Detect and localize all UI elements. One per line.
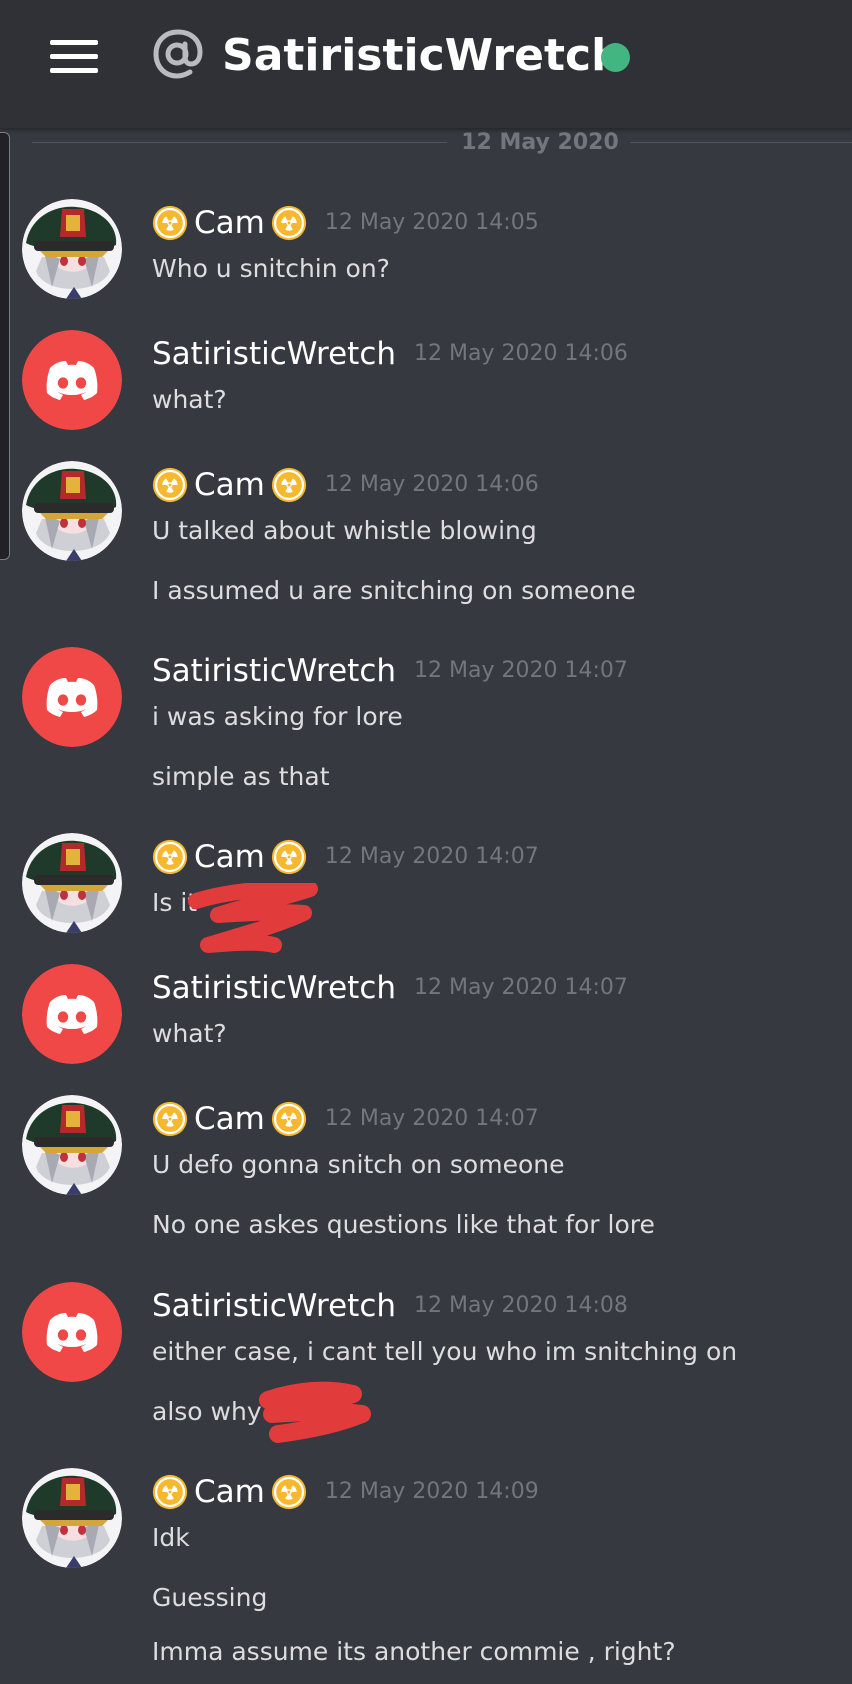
avatar[interactable] [22, 1095, 122, 1195]
avatar[interactable] [22, 199, 122, 299]
avatar[interactable] [22, 1468, 122, 1568]
anime-officer-avatar-icon [22, 461, 122, 561]
message-text: Imma assume its another commie , right? [152, 1637, 676, 1666]
radioactive-icon [271, 1101, 307, 1137]
message-header: SatiristicWretch 12 May 2020 14:07 [152, 647, 628, 695]
message-header: SatiristicWretch 12 May 2020 14:08 [152, 1282, 628, 1330]
message-text: what? [152, 1019, 227, 1048]
message-text: what? [152, 385, 227, 414]
timestamp: 12 May 2020 14:06 [324, 472, 539, 497]
timestamp: 12 May 2020 14:05 [324, 210, 539, 235]
timestamp: 12 May 2020 14:08 [414, 1293, 628, 1318]
radioactive-icon [152, 839, 188, 875]
radioactive-icon [271, 1474, 307, 1510]
hamburger-menu-icon[interactable] [50, 40, 98, 74]
anime-officer-avatar-icon [22, 1095, 122, 1195]
username[interactable]: Cam [194, 1468, 265, 1516]
discord-logo-icon [22, 330, 122, 430]
red-scribble-redaction [188, 883, 318, 953]
message-text: Idk [152, 1523, 190, 1552]
timestamp: 12 May 2020 14:06 [414, 341, 628, 366]
message-header: Cam 12 May 2020 14:09 [152, 1468, 539, 1516]
message-text: simple as that [152, 762, 330, 791]
date-divider-line-right [630, 142, 852, 143]
radioactive-icon [152, 1474, 188, 1510]
message-header: Cam 12 May 2020 14:07 [152, 833, 539, 881]
message-text: I assumed u are snitching on someone [152, 576, 636, 605]
radioactive-icon [152, 205, 188, 241]
message-text: i was asking for lore [152, 702, 403, 731]
top-bar: SatiristicWretch [0, 0, 852, 128]
timestamp: 12 May 2020 14:09 [324, 1479, 539, 1504]
username[interactable]: SatiristicWretch [152, 964, 396, 1012]
username[interactable]: Cam [194, 833, 265, 881]
anime-officer-avatar-icon [22, 1468, 122, 1568]
message-header: Cam 12 May 2020 14:06 [152, 461, 539, 509]
discord-logo-icon [22, 964, 122, 1064]
message-text: also why [152, 1397, 262, 1426]
message-header: SatiristicWretch 12 May 2020 14:07 [152, 964, 628, 1012]
radioactive-icon [152, 1101, 188, 1137]
scrollbar-thumb[interactable] [0, 132, 10, 560]
username[interactable]: SatiristicWretch [152, 330, 396, 378]
message-header: SatiristicWretch 12 May 2020 14:06 [152, 330, 628, 378]
radioactive-icon [271, 205, 307, 241]
discord-logo-icon [22, 647, 122, 747]
red-scribble-redaction [259, 1381, 371, 1443]
radioactive-icon [152, 467, 188, 503]
username[interactable]: Cam [194, 199, 265, 247]
at-sign-icon [153, 29, 203, 79]
avatar[interactable] [22, 1282, 122, 1382]
avatar[interactable] [22, 330, 122, 430]
timestamp: 12 May 2020 14:07 [414, 658, 628, 683]
online-status-indicator [601, 43, 630, 72]
username[interactable]: SatiristicWretch [152, 1282, 396, 1330]
message-text: No one askes questions like that for lor… [152, 1210, 655, 1239]
username[interactable]: Cam [194, 461, 265, 509]
message-text: either case, i cant tell you who im snit… [152, 1337, 738, 1366]
avatar[interactable] [22, 833, 122, 933]
timestamp: 12 May 2020 14:07 [324, 844, 539, 869]
message-text: Guessing [152, 1583, 268, 1612]
avatar[interactable] [22, 461, 122, 561]
message-text: Who u snitchin on? [152, 254, 390, 283]
username[interactable]: Cam [194, 1095, 265, 1143]
radioactive-icon [271, 839, 307, 875]
message-text: U talked about whistle blowing [152, 516, 537, 545]
timestamp: 12 May 2020 14:07 [324, 1106, 539, 1131]
message-text: U defo gonna snitch on someone [152, 1150, 565, 1179]
anime-officer-avatar-icon [22, 833, 122, 933]
anime-officer-avatar-icon [22, 199, 122, 299]
avatar[interactable] [22, 964, 122, 1064]
date-divider-line-left [32, 142, 447, 143]
message-header: Cam 12 May 2020 14:07 [152, 1095, 539, 1143]
discord-logo-icon [22, 1282, 122, 1382]
date-divider: 12 May 2020 [461, 130, 619, 155]
radioactive-icon [271, 467, 307, 503]
message-header: Cam 12 May 2020 14:05 [152, 199, 539, 247]
timestamp: 12 May 2020 14:07 [414, 975, 628, 1000]
username[interactable]: SatiristicWretch [152, 647, 396, 695]
avatar[interactable] [22, 647, 122, 747]
channel-title: SatiristicWretch [222, 30, 623, 81]
